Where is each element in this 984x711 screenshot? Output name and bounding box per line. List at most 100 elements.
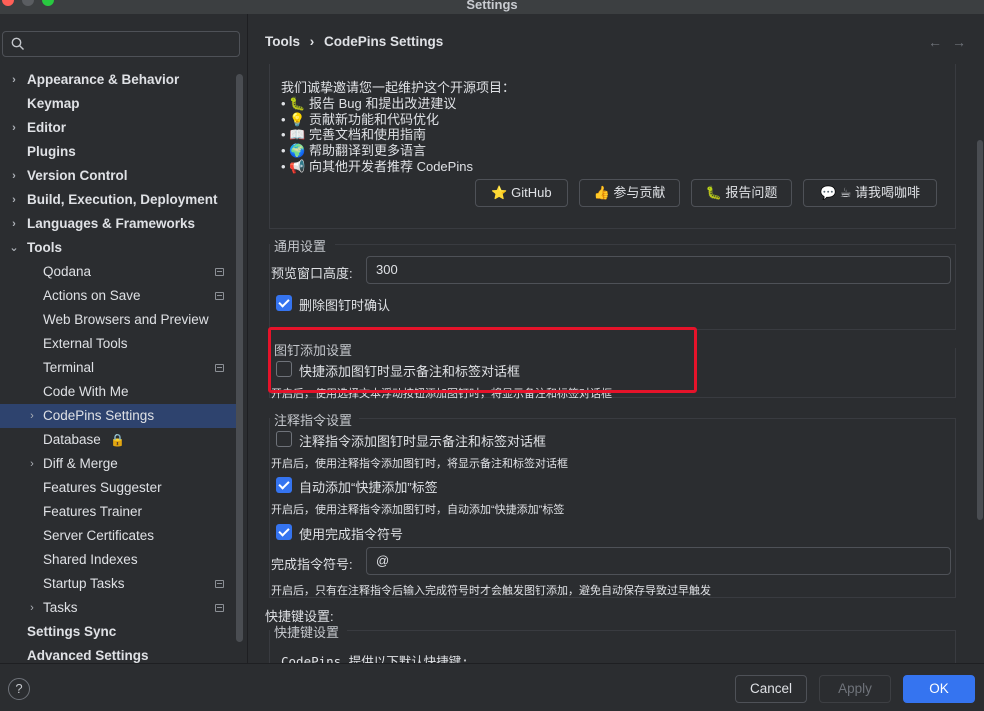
sidebar-item-database[interactable]: Database 🔒: [0, 428, 236, 452]
sidebar-item-label: Web Browsers and Preview: [43, 312, 209, 327]
sidebar-item-external-tools[interactable]: External Tools: [0, 332, 236, 356]
sidebar-item-terminal[interactable]: Terminal: [0, 356, 236, 380]
project-level-icon: [215, 268, 224, 276]
preview-height-label: 预览窗口高度:: [271, 266, 353, 281]
sidebar-item-languages-frameworks[interactable]: › Languages & Frameworks: [0, 212, 236, 236]
sidebar-item-appearance-behavior[interactable]: › Appearance & Behavior: [0, 68, 236, 92]
report-issue-button[interactable]: 🐛 报告问题: [691, 179, 792, 207]
sidebar-item-label: Settings Sync: [27, 624, 117, 639]
search-icon: [11, 37, 24, 50]
chevron-right-icon[interactable]: ›: [8, 164, 20, 188]
sidebar-item-qodana[interactable]: Qodana: [0, 260, 236, 284]
auto-tag-label[interactable]: 自动添加“快捷添加”标签: [299, 477, 438, 496]
help-button[interactable]: ?: [8, 678, 30, 700]
intro-bullet: • 🐛 报告 Bug 和提出改进建议: [281, 95, 457, 111]
sidebar-item-label: Appearance & Behavior: [27, 72, 180, 87]
sidebar-item-label: CodePins Settings: [43, 408, 155, 423]
breadcrumb-separator: ›: [309, 34, 315, 49]
preview-height-input[interactable]: 300: [366, 256, 951, 284]
sidebar-item-label: Database: [43, 432, 101, 447]
sidebar-item-features-suggester[interactable]: Features Suggester: [0, 476, 236, 500]
back-arrow-icon[interactable]: ←: [928, 34, 952, 50]
intro-bullet: • 📢 向其他开发者推荐 CodePins: [281, 158, 473, 174]
sidebar-item-code-with-me[interactable]: Code With Me: [0, 380, 236, 404]
title-bar: Settings: [0, 0, 984, 14]
sidebar-item-codepins-settings[interactable]: › CodePins Settings: [0, 404, 236, 428]
apply-button[interactable]: Apply: [819, 675, 891, 703]
auto-tag-hint: 开启后，使用注释指令添加图钉时，自动添加“快捷添加”标签: [271, 504, 565, 516]
chevron-right-icon[interactable]: ›: [26, 452, 38, 476]
sidebar-item-label: Build, Execution, Deployment: [27, 192, 218, 207]
github-button[interactable]: ⭐ GitHub: [475, 179, 568, 207]
sidebar-item-label: Shared Indexes: [43, 552, 138, 567]
breadcrumb-codepins: CodePins Settings: [324, 34, 444, 49]
completion-symbol-hint: 开启后，只有在注释指令后输入完成符号时才会触发图钉添加，避免自动保存导致过早触发: [271, 585, 711, 597]
sidebar-item-label: Terminal: [43, 360, 95, 375]
project-level-icon: [215, 292, 224, 300]
ok-button[interactable]: OK: [903, 675, 975, 703]
sidebar-item-label: Features Trainer: [43, 504, 143, 519]
comment-dialog-hint: 开启后，使用注释指令添加图钉时，将显示备注和标签对话框: [271, 458, 568, 470]
sidebar-item-label: Editor: [27, 120, 66, 135]
chevron-right-icon[interactable]: ›: [8, 188, 20, 212]
cancel-button[interactable]: Cancel: [735, 675, 807, 703]
comment-dialog-label[interactable]: 注释指令添加图钉时显示备注和标签对话框: [299, 431, 546, 450]
sidebar-item-server-certificates[interactable]: Server Certificates: [0, 524, 236, 548]
sidebar-item-plugins[interactable]: Plugins: [0, 140, 236, 164]
sidebar-item-version-control[interactable]: › Version Control: [0, 164, 236, 188]
sidebar-item-label: Tools: [27, 240, 62, 255]
confirm-delete-label[interactable]: 删除图钉时确认: [299, 295, 390, 314]
completion-symbol-label[interactable]: 使用完成指令符号: [299, 524, 403, 543]
sidebar-item-shared-indexes[interactable]: Shared Indexes: [0, 548, 236, 572]
sidebar-item-tools[interactable]: ⌄ Tools: [0, 236, 236, 260]
sidebar-item-label: Features Suggester: [43, 480, 162, 495]
completion-symbol-checkbox[interactable]: [276, 524, 292, 540]
forward-arrow-icon[interactable]: →: [952, 34, 976, 50]
project-level-icon: [215, 604, 224, 612]
sidebar-scrollbar[interactable]: [236, 74, 243, 642]
sidebar-item-label: Qodana: [43, 264, 92, 279]
sidebar-item-keymap[interactable]: Keymap: [0, 92, 236, 116]
sidebar-item-settings-sync[interactable]: Settings Sync: [0, 620, 236, 644]
chevron-right-icon[interactable]: ›: [8, 212, 20, 236]
breadcrumb-tools[interactable]: Tools: [265, 34, 300, 49]
sidebar-item-tasks[interactable]: › Tasks: [0, 596, 236, 620]
sidebar-item-editor[interactable]: › Editor: [0, 116, 236, 140]
buy-coffee-button[interactable]: 💬 ☕ 请我喝咖啡: [803, 179, 937, 207]
sidebar-item-label: Version Control: [27, 168, 128, 183]
chevron-down-icon[interactable]: ⌄: [8, 236, 20, 260]
intro-text: 我们诚挚邀请您一起维护这个开源项目： • 🐛 报告 Bug 和提出改进建议 • …: [281, 80, 515, 175]
sidebar-item-diff-merge[interactable]: › Diff & Merge: [0, 452, 236, 476]
sidebar-item-startup-tasks[interactable]: Startup Tasks: [0, 572, 236, 596]
sidebar-item-label: Keymap: [27, 96, 80, 111]
intro-panel: 我们诚挚邀请您一起维护这个开源项目： • 🐛 报告 Bug 和提出改进建议 • …: [269, 64, 956, 229]
intro-bullet: • 📖 完善文档和使用指南: [281, 127, 426, 143]
sidebar-item-build-execution-deployment[interactable]: › Build, Execution, Deployment: [0, 188, 236, 212]
content-scrollbar[interactable]: [977, 140, 983, 520]
search-input[interactable]: [2, 31, 240, 57]
chevron-right-icon[interactable]: ›: [26, 596, 38, 620]
project-level-icon: [215, 364, 224, 372]
highlight-annotation-box: [268, 327, 697, 393]
settings-tree: › Appearance & Behavior Keymap › Editor Plugi…: [0, 68, 236, 668]
auto-tag-checkbox[interactable]: [276, 477, 292, 493]
comment-dialog-checkbox[interactable]: [276, 431, 292, 447]
symbol-label: 完成指令符号:: [271, 557, 353, 572]
contribute-button[interactable]: 👍 参与贡献: [579, 179, 680, 207]
settings-sidebar: › Appearance & Behavior Keymap › Editor Plugi…: [0, 14, 248, 663]
confirm-delete-checkbox[interactable]: [276, 295, 292, 311]
intro-heading: 我们诚挚邀请您一起维护这个开源项目：: [281, 80, 516, 95]
completion-symbol-input[interactable]: @: [366, 547, 951, 575]
sidebar-item-label: Actions on Save: [43, 288, 141, 303]
shortcut-description: CodePins 提供以下默认快捷键:: [281, 654, 469, 663]
chevron-right-icon[interactable]: ›: [26, 404, 38, 428]
sidebar-item-label: Plugins: [27, 144, 76, 159]
chevron-right-icon[interactable]: ›: [8, 68, 20, 92]
sidebar-item-web-browsers-and-preview[interactable]: Web Browsers and Preview: [0, 308, 236, 332]
intro-bullet: • 💡 贡献新功能和代码优化: [281, 111, 439, 127]
sidebar-item-label: External Tools: [43, 336, 128, 351]
intro-bullet: • 🌍 帮助翻译到更多语言: [281, 143, 426, 159]
sidebar-item-features-trainer[interactable]: Features Trainer: [0, 500, 236, 524]
chevron-right-icon[interactable]: ›: [8, 116, 20, 140]
sidebar-item-actions-on-save[interactable]: Actions on Save: [0, 284, 236, 308]
